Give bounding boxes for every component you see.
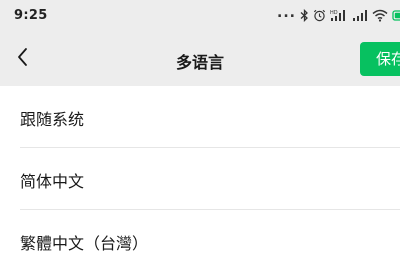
language-option-follow-system[interactable]: 跟随系统 — [0, 86, 400, 148]
language-list: 跟随系统 简体中文 繁體中文（台灣） — [0, 86, 400, 266]
notification-overflow: ... — [277, 5, 296, 21]
battery-icon — [392, 9, 400, 22]
svg-text:HD: HD — [330, 10, 338, 16]
screen: 9:25 ... HD 多语言 保存 跟随系统 简体中文 繁體中文（台灣） — [0, 0, 400, 266]
status-bar: 9:25 ... HD — [0, 0, 400, 32]
bluetooth-icon — [300, 8, 309, 22]
page-title: 多语言 — [175, 53, 224, 72]
wifi-icon — [372, 9, 388, 22]
hd-signal-icon: HD — [330, 9, 348, 22]
language-option-simplified-chinese[interactable]: 简体中文 — [0, 148, 400, 210]
status-icons: ... HD — [277, 6, 400, 24]
nav-bar: 多语言 保存 — [0, 32, 400, 86]
language-option-label: 跟随系统 — [20, 110, 85, 129]
language-option-traditional-chinese-taiwan[interactable]: 繁體中文（台灣） — [0, 210, 400, 266]
alarm-icon — [313, 9, 326, 22]
language-option-label: 简体中文 — [20, 172, 85, 191]
save-button[interactable]: 保存 — [360, 42, 400, 76]
cell-signal-icon — [352, 9, 368, 22]
status-time: 9:25 — [14, 8, 48, 23]
language-option-label: 繁體中文（台灣） — [20, 234, 149, 253]
